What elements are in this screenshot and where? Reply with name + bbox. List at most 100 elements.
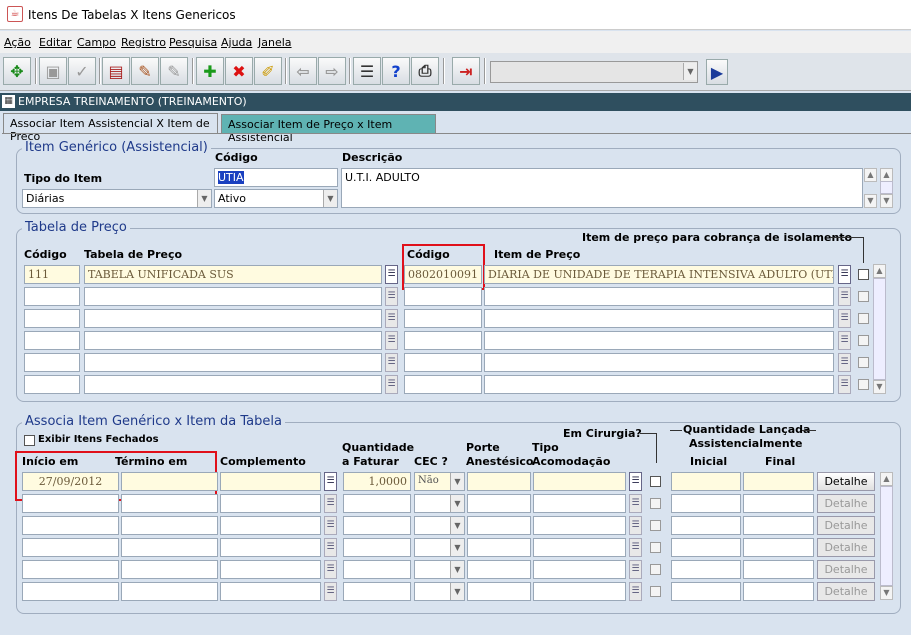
price-codigo-cell[interactable] [24,353,80,372]
price-codigo-cell[interactable] [24,309,80,328]
tipo-acomodacao-cell[interactable] [533,472,626,491]
chevron-down-icon[interactable]: ▼ [197,190,211,207]
price-item-cell[interactable] [484,287,834,306]
tab-preco-x-assistencial[interactable]: Associar Item de Preço x Item Assistenci… [221,114,436,144]
price-tabela-cell[interactable] [84,375,382,394]
inicio-cell[interactable] [22,494,119,513]
inicio-cell[interactable]: 27/09/2012 [22,472,119,491]
price-item-cell[interactable] [484,375,834,394]
isolation-checkbox[interactable] [858,357,869,368]
qtd-inicial-cell[interactable] [671,560,741,579]
move-icon[interactable]: ✥ [3,57,31,85]
porte-cell[interactable] [467,538,531,557]
price-codigo-cell[interactable] [24,287,80,306]
cirurgia-checkbox[interactable] [650,586,661,597]
menu-janela[interactable]: Janela [258,36,292,49]
tipo-select[interactable]: Diárias ▼ [22,189,212,208]
isolation-checkbox[interactable] [858,335,869,346]
scroll-down-icon[interactable]: ▼ [880,194,893,208]
lov-list-icon[interactable]: ☰ [385,265,398,284]
price-item-codigo-cell[interactable]: 0802010091 [404,265,482,284]
lov-list-icon[interactable]: ☰ [629,560,642,579]
complemento-cell[interactable] [220,472,321,491]
price-codigo-cell[interactable] [24,331,80,350]
tipo-acomodacao-cell[interactable] [533,538,626,557]
qtd-faturar-cell[interactable] [343,560,411,579]
descricao-field[interactable]: U.T.I. ADULTO [341,168,863,208]
complemento-cell[interactable] [220,494,321,513]
price-item-codigo-cell[interactable] [404,375,482,394]
lov-list-icon[interactable]: ☰ [324,538,337,557]
tipo-acomodacao-cell[interactable] [533,516,626,535]
price-tabela-cell[interactable] [84,309,382,328]
qtd-faturar-cell[interactable] [343,494,411,513]
lov-list-icon[interactable]: ☰ [629,516,642,535]
qtd-inicial-cell[interactable] [671,538,741,557]
lov-list-icon[interactable]: ☰ [629,538,642,557]
status-select[interactable]: Ativo ▼ [214,189,338,208]
termino-cell[interactable] [121,472,218,491]
show-closed-checkbox[interactable] [24,435,35,446]
qtd-final-cell[interactable] [743,582,814,601]
lov-list-icon[interactable]: ☰ [385,287,398,306]
lov-list-icon[interactable]: ☰ [324,472,337,491]
lov-list-icon[interactable]: ☰ [385,353,398,372]
price-tabela-cell[interactable]: TABELA UNIFICADA SUS [84,265,382,284]
lov-list-icon[interactable]: ☰ [838,353,851,372]
chevron-down-icon[interactable]: ▼ [450,539,464,556]
scroll-down-icon[interactable]: ▼ [873,380,886,394]
qtd-final-cell[interactable] [743,472,814,491]
cec-select[interactable]: ▼ [414,516,465,535]
isolation-checkbox[interactable] [858,291,869,302]
qtd-faturar-cell[interactable] [343,538,411,557]
cec-select[interactable]: ▼ [414,582,465,601]
chevron-down-icon[interactable]: ▼ [450,583,464,600]
price-item-codigo-cell[interactable] [404,331,482,350]
lov-list-icon[interactable]: ☰ [838,331,851,350]
tab-assistencial-x-preco[interactable]: Associar Item Assistencial X Item de Pre… [3,113,218,143]
detail-button[interactable]: Detalhe [817,494,875,513]
scroll-up-icon[interactable]: ▲ [873,264,886,278]
detail-button[interactable]: Detalhe [817,516,875,535]
lov-list-icon[interactable]: ☰ [324,516,337,535]
menu-campo[interactable]: Campo [77,36,116,49]
scroll-up-icon[interactable]: ▲ [864,168,877,182]
delete-record-icon[interactable]: ✖ [225,57,253,85]
complemento-cell[interactable] [220,538,321,557]
lov-list-icon[interactable]: ☰ [385,375,398,394]
price-item-cell[interactable]: DIARIA DE UNIDADE DE TERAPIA INTENSIVA A… [484,265,834,284]
lov-list-icon[interactable]: ☰ [385,331,398,350]
inicio-cell[interactable] [22,516,119,535]
chevron-down-icon[interactable]: ▼ [450,561,464,578]
price-tabela-cell[interactable] [84,331,382,350]
cirurgia-checkbox[interactable] [650,542,661,553]
save-icon[interactable]: ▣ [39,57,67,85]
help-icon[interactable]: ? [382,57,410,85]
lov-list-icon[interactable]: ☰ [324,494,337,513]
lov-list-icon[interactable]: ☰ [838,287,851,306]
tipo-acomodacao-cell[interactable] [533,582,626,601]
scrollbar[interactable] [873,278,886,380]
print-form-icon[interactable]: ▤ [102,57,130,85]
price-item-codigo-cell[interactable] [404,309,482,328]
menu-editar[interactable]: Editar [39,36,72,49]
lov-list-icon[interactable]: ☰ [324,582,337,601]
chevron-down-icon[interactable]: ▼ [450,473,464,490]
chevron-down-icon[interactable]: ▼ [450,495,464,512]
qtd-final-cell[interactable] [743,494,814,513]
porte-cell[interactable] [467,494,531,513]
check-icon[interactable]: ✓ [68,57,96,85]
termino-cell[interactable] [121,582,218,601]
qtd-final-cell[interactable] [743,516,814,535]
price-codigo-cell[interactable] [24,375,80,394]
detail-button[interactable]: Detalhe [817,560,875,579]
porte-cell[interactable] [467,560,531,579]
isolation-checkbox[interactable] [858,313,869,324]
qtd-inicial-cell[interactable] [671,472,741,491]
arrow-left-icon[interactable]: ⇦ [289,57,317,85]
lov-list-icon[interactable]: ☰ [629,494,642,513]
printer-icon[interactable]: ⎙ [411,57,439,85]
clear-icon[interactable]: ✐ [254,57,282,85]
lov-list-icon[interactable]: ☰ [838,265,851,284]
detail-button[interactable]: Detalhe [817,538,875,557]
